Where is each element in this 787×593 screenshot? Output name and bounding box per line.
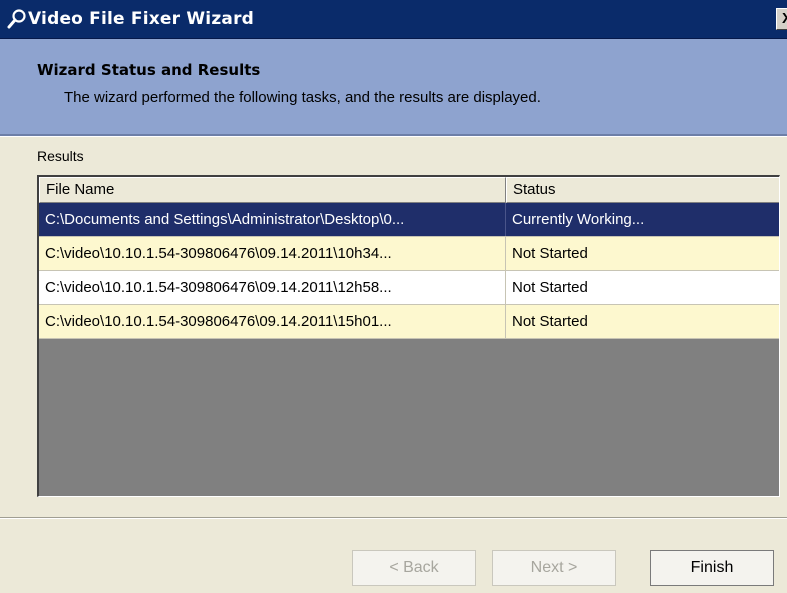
close-button[interactable]: X [776, 8, 787, 30]
window-title: Video File Fixer Wizard [28, 9, 255, 29]
title-bar: Video File Fixer Wizard X [0, 0, 787, 39]
column-header-file-name[interactable]: File Name [39, 177, 506, 203]
wizard-window: Video File Fixer Wizard X Wizard Status … [0, 0, 787, 593]
table-row[interactable]: C:\Documents and Settings\Administrator\… [39, 203, 779, 237]
table-row[interactable]: C:\video\10.10.1.54-309806476\09.14.2011… [39, 271, 779, 305]
status-cell: Not Started [512, 313, 588, 330]
file-name-cell: C:\video\10.10.1.54-309806476\09.14.2011… [39, 237, 506, 270]
results-label: Results [37, 148, 84, 164]
file-name-cell: C:\Documents and Settings\Administrator\… [39, 203, 506, 236]
column-header-status[interactable]: Status [506, 177, 779, 203]
footer-divider [0, 517, 787, 519]
header-subtitle: The wizard performed the following tasks… [64, 89, 541, 106]
file-name-cell: C:\video\10.10.1.54-309806476\09.14.2011… [39, 305, 506, 338]
back-button[interactable]: < Back [352, 550, 476, 586]
header-title: Wizard Status and Results [37, 61, 261, 79]
table-row[interactable]: C:\video\10.10.1.54-309806476\09.14.2011… [39, 305, 779, 339]
magnifier-wrench-icon [7, 9, 26, 29]
finish-button[interactable]: Finish [650, 550, 774, 586]
results-list[interactable]: File Name Status C:\Documents and Settin… [37, 175, 780, 497]
wizard-header: Wizard Status and Results The wizard per… [0, 39, 787, 136]
table-row[interactable]: C:\video\10.10.1.54-309806476\09.14.2011… [39, 237, 779, 271]
status-cell: Currently Working... [512, 211, 645, 228]
next-button[interactable]: Next > [492, 550, 616, 586]
header-divider [0, 136, 787, 137]
file-name-cell: C:\video\10.10.1.54-309806476\09.14.2011… [39, 271, 506, 304]
status-cell: Not Started [512, 279, 588, 296]
status-cell: Not Started [512, 245, 588, 262]
